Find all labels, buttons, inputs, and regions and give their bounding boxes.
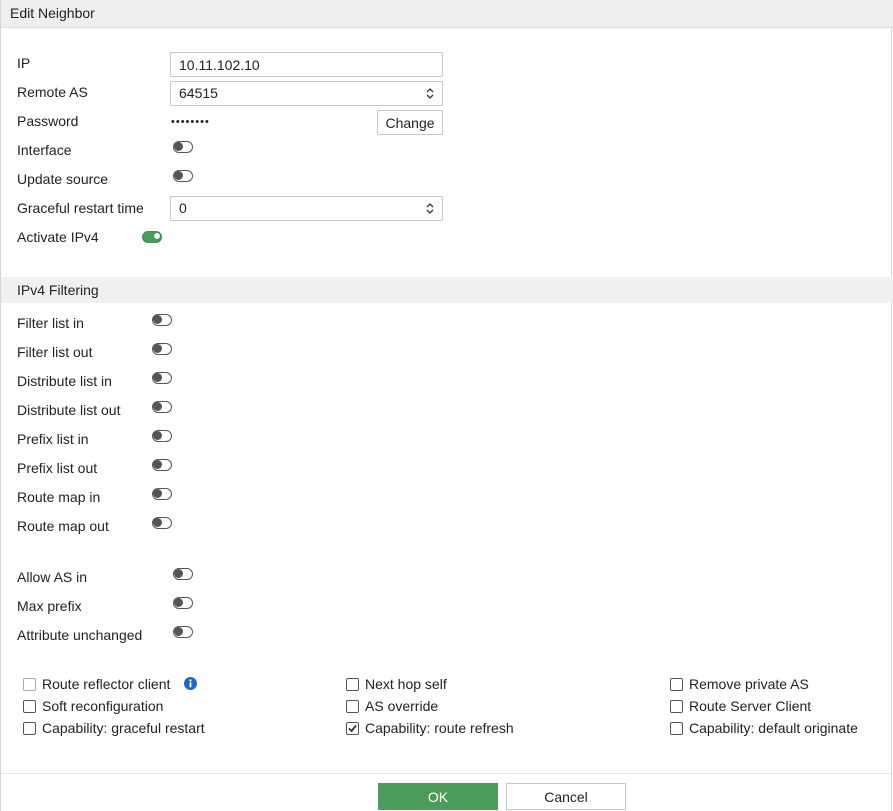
next-hop-self-checkbox[interactable] bbox=[346, 678, 359, 691]
cancel-button[interactable]: Cancel bbox=[506, 783, 626, 810]
route-map-in-label: Route map in bbox=[17, 489, 101, 505]
ok-button[interactable]: OK bbox=[378, 783, 498, 810]
filter-list-in-toggle[interactable] bbox=[152, 314, 172, 326]
spinner-arrows-icon[interactable] bbox=[425, 201, 435, 216]
dialog-title: Edit Neighbor bbox=[10, 5, 95, 21]
soft-reconfiguration-checkbox[interactable] bbox=[23, 700, 36, 713]
remove-private-as-checkbox[interactable] bbox=[670, 678, 683, 691]
graceful-restart-time-value: 0 bbox=[179, 200, 187, 216]
ip-input[interactable] bbox=[170, 52, 443, 77]
update-source-label: Update source bbox=[17, 171, 109, 187]
ip-label: IP bbox=[17, 55, 31, 71]
capability-graceful-restart-checkbox[interactable] bbox=[23, 722, 36, 735]
attribute-unchanged-toggle[interactable] bbox=[173, 626, 193, 638]
next-hop-self-label: Next hop self bbox=[365, 676, 447, 692]
capability-default-originate-label: Capability: default originate bbox=[689, 720, 858, 736]
remove-private-as-label: Remove private AS bbox=[689, 676, 809, 692]
update-source-toggle[interactable] bbox=[173, 170, 193, 182]
remote-as-label: Remote AS bbox=[17, 84, 88, 100]
prefix-list-out-toggle[interactable] bbox=[152, 459, 172, 471]
capability-route-refresh-checkbox[interactable] bbox=[346, 722, 359, 735]
info-icon[interactable] bbox=[184, 677, 197, 690]
prefix-list-in-toggle[interactable] bbox=[152, 430, 172, 442]
route-map-out-toggle[interactable] bbox=[152, 517, 172, 529]
spinner-arrows-icon[interactable] bbox=[425, 86, 435, 101]
soft-reconfiguration-label: Soft reconfiguration bbox=[42, 698, 164, 714]
checkmark-icon bbox=[348, 724, 357, 733]
allow-as-in-toggle[interactable] bbox=[173, 568, 193, 580]
graceful-restart-time-input[interactable]: 0 bbox=[170, 196, 443, 221]
change-password-button[interactable]: Change bbox=[377, 110, 443, 135]
filter-list-in-label: Filter list in bbox=[17, 315, 84, 331]
route-map-in-toggle[interactable] bbox=[152, 488, 172, 500]
attribute-unchanged-label: Attribute unchanged bbox=[17, 627, 143, 643]
prefix-list-out-label: Prefix list out bbox=[17, 460, 98, 476]
capability-default-originate-checkbox[interactable] bbox=[670, 722, 683, 735]
filter-list-out-label: Filter list out bbox=[17, 344, 93, 360]
footer-divider bbox=[1, 773, 893, 774]
interface-toggle[interactable] bbox=[173, 141, 193, 153]
ipv4-filtering-title: IPv4 Filtering bbox=[17, 282, 99, 298]
max-prefix-toggle[interactable] bbox=[173, 597, 193, 609]
as-override-checkbox[interactable] bbox=[346, 700, 359, 713]
password-masked-value: •••••••• bbox=[171, 116, 210, 128]
capability-graceful-restart-label: Capability: graceful restart bbox=[42, 720, 205, 736]
remote-as-value: 64515 bbox=[179, 85, 218, 101]
route-map-out-label: Route map out bbox=[17, 518, 109, 534]
route-reflector-client-checkbox[interactable] bbox=[23, 678, 36, 691]
capability-route-refresh-label: Capability: route refresh bbox=[365, 720, 514, 736]
dialog-titlebar: Edit Neighbor bbox=[1, 0, 893, 28]
route-server-client-label: Route Server Client bbox=[689, 698, 812, 714]
allow-as-in-label: Allow AS in bbox=[17, 569, 88, 585]
graceful-restart-time-label: Graceful restart time bbox=[17, 200, 144, 216]
interface-label: Interface bbox=[17, 142, 72, 158]
ipv4-filtering-header: IPv4 Filtering bbox=[1, 277, 893, 303]
distribute-list-out-label: Distribute list out bbox=[17, 402, 121, 418]
filter-list-out-toggle[interactable] bbox=[152, 343, 172, 355]
route-server-client-checkbox[interactable] bbox=[670, 700, 683, 713]
route-reflector-client-label: Route reflector client bbox=[42, 676, 171, 692]
distribute-list-out-toggle[interactable] bbox=[152, 401, 172, 413]
prefix-list-in-label: Prefix list in bbox=[17, 431, 89, 447]
remote-as-input[interactable]: 64515 bbox=[170, 81, 443, 106]
distribute-list-in-label: Distribute list in bbox=[17, 373, 112, 389]
max-prefix-label: Max prefix bbox=[17, 598, 82, 614]
as-override-label: AS override bbox=[365, 698, 439, 714]
activate-ipv4-label: Activate IPv4 bbox=[17, 229, 99, 245]
distribute-list-in-toggle[interactable] bbox=[152, 372, 172, 384]
password-label: Password bbox=[17, 113, 79, 129]
activate-ipv4-toggle[interactable] bbox=[142, 231, 162, 243]
edit-neighbor-dialog: Edit Neighbor IP Remote AS 64515 Passwor… bbox=[0, 0, 893, 811]
